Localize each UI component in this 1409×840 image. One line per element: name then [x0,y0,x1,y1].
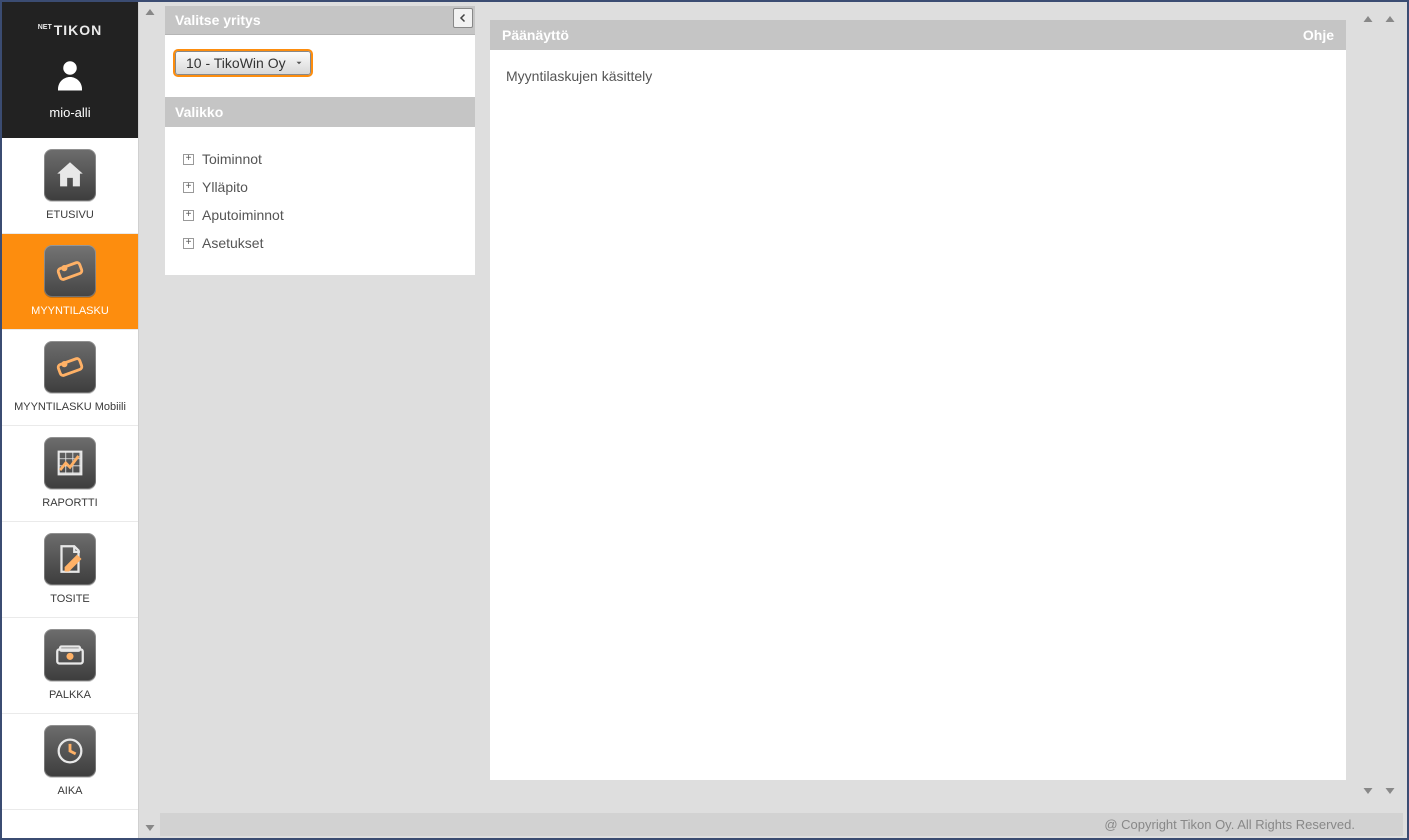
tree-item-toiminnot[interactable]: + Toiminnot [179,145,461,173]
tree-item-label: Ylläpito [202,179,248,195]
nav-label: ETUSIVU [46,209,94,222]
home-icon [44,149,96,201]
nav-label: TOSITE [50,593,90,606]
nav-item-raportti[interactable]: RAPORTTI [2,426,138,522]
tag-icon [44,245,96,297]
panel-scroll [1357,10,1379,800]
main-panel: Päänäyttö Ohje Myyntilaskujen käsittely [490,20,1346,780]
tree-item-yllapito[interactable]: + Ylläpito [179,173,461,201]
tag-icon [44,341,96,393]
sidebar-nav: ETUSIVU MYYNTILASKU MYYNTILASKU Mobiili … [2,138,138,838]
money-icon [44,629,96,681]
tree-item-asetukset[interactable]: + Asetukset [179,229,461,257]
tree-item-label: Aputoiminnot [202,207,284,223]
clock-icon [44,725,96,777]
collapse-panel-button[interactable] [453,8,473,28]
document-edit-icon [44,533,96,585]
main-content-text: Myyntilaskujen käsittely [506,68,652,84]
tree-item-label: Asetukset [202,235,263,251]
scroll-up-icon[interactable] [1379,10,1401,28]
company-select[interactable]: 10 - TikoWin Oy [175,51,311,75]
brand-prefix: NET [38,24,52,31]
scroll-up-icon[interactable] [140,2,160,22]
footer-copyright: @ Copyright Tikon Oy. All Rights Reserve… [160,813,1403,836]
main-header: Päänäyttö Ohje [490,20,1346,50]
sidebar: NET TIKON mio-alli ETUSIVU MYYNTILASKU [2,2,139,838]
scroll-down-icon[interactable] [1379,782,1401,800]
sidebar-header: NET TIKON mio-alli [2,2,138,138]
nav-label: MYYNTILASKU Mobiili [14,401,126,414]
user-icon [52,56,88,95]
scroll-down-icon[interactable] [140,818,160,838]
chart-icon [44,437,96,489]
company-select-value: 10 - TikoWin Oy [186,55,286,71]
select-company-header: Valitse yritys [165,6,475,35]
menu-header: Valikko [165,97,475,127]
main-title: Päänäyttö [502,27,569,43]
nav-item-palkka[interactable]: PALKKA [2,618,138,714]
tree-item-label: Toiminnot [202,151,262,167]
nav-item-myyntilasku-mobiili[interactable]: MYYNTILASKU Mobiili [2,330,138,426]
accordion-panel: Valitse yritys 10 - TikoWin Oy Valikko +… [165,6,475,830]
menu-tree: + Toiminnot + Ylläpito + Aputoiminnot + … [165,127,475,275]
company-select-row: 10 - TikoWin Oy [165,35,475,97]
nav-label: AIKA [57,785,82,798]
main-body: Myyntilaskujen käsittely [490,50,1346,102]
app-shell: NET TIKON mio-alli ETUSIVU MYYNTILASKU [0,0,1409,840]
tree-item-aputoiminnot[interactable]: + Aputoiminnot [179,201,461,229]
scroll-down-icon[interactable] [1357,782,1379,800]
nav-label: PALKKA [49,689,91,702]
expand-icon: + [183,154,194,165]
help-link[interactable]: Ohje [1303,27,1334,43]
user-name: mio-alli [49,105,90,120]
expand-icon: + [183,210,194,221]
expand-icon: + [183,182,194,193]
chevron-down-icon [294,55,304,71]
brand-logo: NET TIKON [38,22,103,38]
nav-label: MYYNTILASKU [31,305,109,318]
scroll-up-icon[interactable] [1357,10,1379,28]
nav-item-aika[interactable]: AIKA [2,714,138,810]
nav-item-etusivu[interactable]: ETUSIVU [2,138,138,234]
brand-name: TIKON [54,22,103,38]
select-company-title: Valitse yritys [175,12,261,28]
sidebar-scroll [139,2,161,838]
nav-item-myyntilasku[interactable]: MYYNTILASKU [2,234,138,330]
expand-icon: + [183,238,194,249]
nav-label: RAPORTTI [42,497,97,510]
nav-item-tosite[interactable]: TOSITE [2,522,138,618]
page-scroll [1379,10,1401,800]
